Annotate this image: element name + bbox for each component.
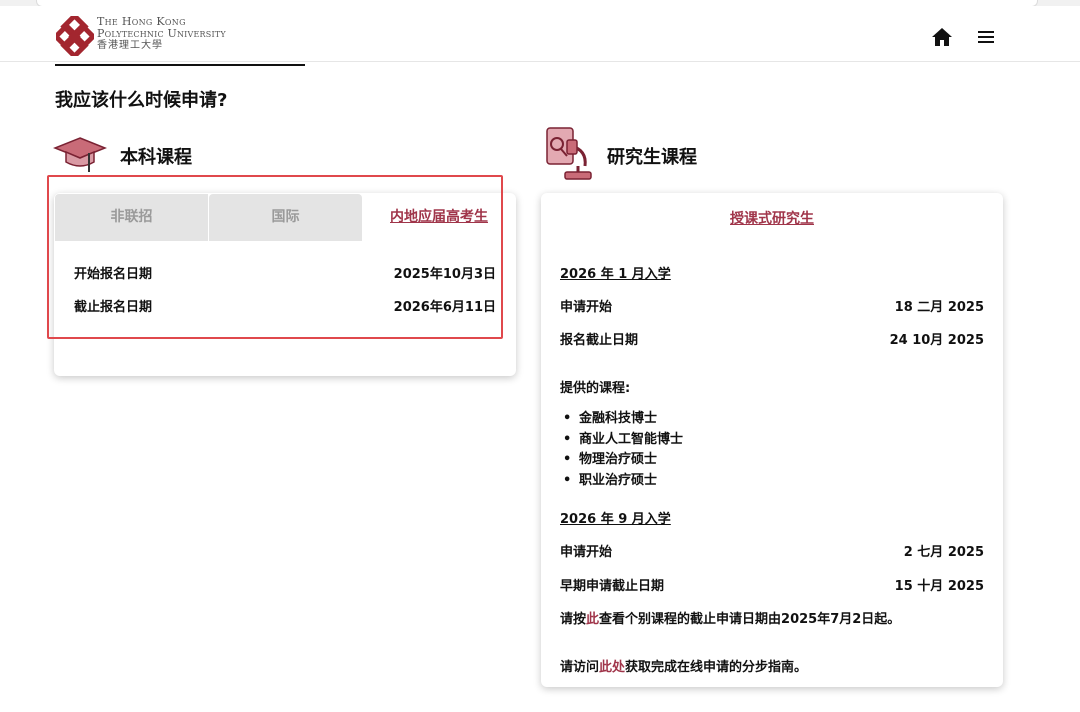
list-item: 金融科技博士 bbox=[560, 409, 683, 430]
tab-taught-postgraduate[interactable]: 授课式研究生 bbox=[541, 208, 1003, 228]
list-item: 职业治疗硕士 bbox=[560, 471, 683, 492]
note-text: 获取完成在线申请的分步指南。 bbox=[625, 660, 808, 675]
logo-line-3: 香港理工大學 bbox=[97, 40, 163, 51]
microscope-icon bbox=[546, 127, 592, 180]
jan-start-label: 申请开始 bbox=[560, 300, 613, 315]
section-divider bbox=[55, 64, 305, 66]
jan-deadline-value: 24 10月 2025 bbox=[889, 333, 984, 348]
note-text: 请按 bbox=[560, 612, 587, 627]
note-text: 请访问 bbox=[560, 660, 600, 675]
polyu-emblem-icon bbox=[52, 12, 97, 60]
sep-start-value: 2 七月 2025 bbox=[903, 545, 984, 560]
graduation-cap-icon bbox=[53, 137, 107, 172]
guide-here-link[interactable]: 此处 bbox=[599, 660, 625, 675]
jan-deadline-label: 报名截止日期 bbox=[560, 333, 639, 348]
home-icon[interactable] bbox=[931, 27, 953, 47]
postgrad-section-title: 研究生课程 bbox=[607, 147, 697, 168]
sep-intake-heading: 2026 年 9 月入学 bbox=[560, 512, 671, 527]
note-text: 查看个别课程的截止申请日期由2025年7月2日起。 bbox=[599, 612, 901, 627]
logo-line-2: Polytechnic University bbox=[97, 27, 226, 40]
polyu-logo[interactable]: The Hong Kong Polytechnic University 香港理… bbox=[52, 12, 266, 60]
jan-start-value: 18 二月 2025 bbox=[894, 300, 984, 315]
programme-list: 金融科技博士 商业人工智能博士 物理治疗硕士 职业治疗硕士 bbox=[560, 409, 683, 491]
jan-intake-heading: 2026 年 1 月入学 bbox=[560, 267, 671, 282]
page-title: 我应该什么时候申请? bbox=[55, 90, 228, 111]
hamburger-menu-icon[interactable] bbox=[976, 28, 996, 46]
list-item: 商业人工智能博士 bbox=[560, 430, 683, 451]
undergrad-section-title: 本科课程 bbox=[120, 147, 192, 168]
sep-start-label: 申请开始 bbox=[560, 545, 613, 560]
guide-note: 请访问此处获取完成在线申请的分步指南。 bbox=[560, 656, 807, 675]
highlight-box bbox=[47, 175, 503, 339]
programme-name: 金融科技博士 bbox=[579, 411, 658, 426]
sep-deadline-label: 早期申请截止日期 bbox=[560, 579, 665, 594]
deadline-here-link[interactable]: 此 bbox=[586, 612, 599, 627]
list-item: 物理治疗硕士 bbox=[560, 450, 683, 471]
programme-name: 物理治疗硕士 bbox=[579, 452, 658, 467]
programmes-label: 提供的课程: bbox=[560, 381, 631, 396]
postgrad-card: 授课式研究生 2026 年 1 月入学 申请开始 18 二月 2025 报名截止… bbox=[541, 193, 1003, 687]
deadline-note: 请按此查看个别课程的截止申请日期由2025年7月2日起。 bbox=[560, 608, 900, 627]
site-header: The Hong Kong Polytechnic University 香港理… bbox=[0, 6, 1080, 62]
sep-deadline-value: 15 十月 2025 bbox=[894, 579, 984, 594]
programme-name: 商业人工智能博士 bbox=[579, 431, 684, 447]
logo-wordmark: The Hong Kong Polytechnic University 香港理… bbox=[97, 16, 226, 52]
programme-name: 职业治疗硕士 bbox=[579, 472, 658, 488]
